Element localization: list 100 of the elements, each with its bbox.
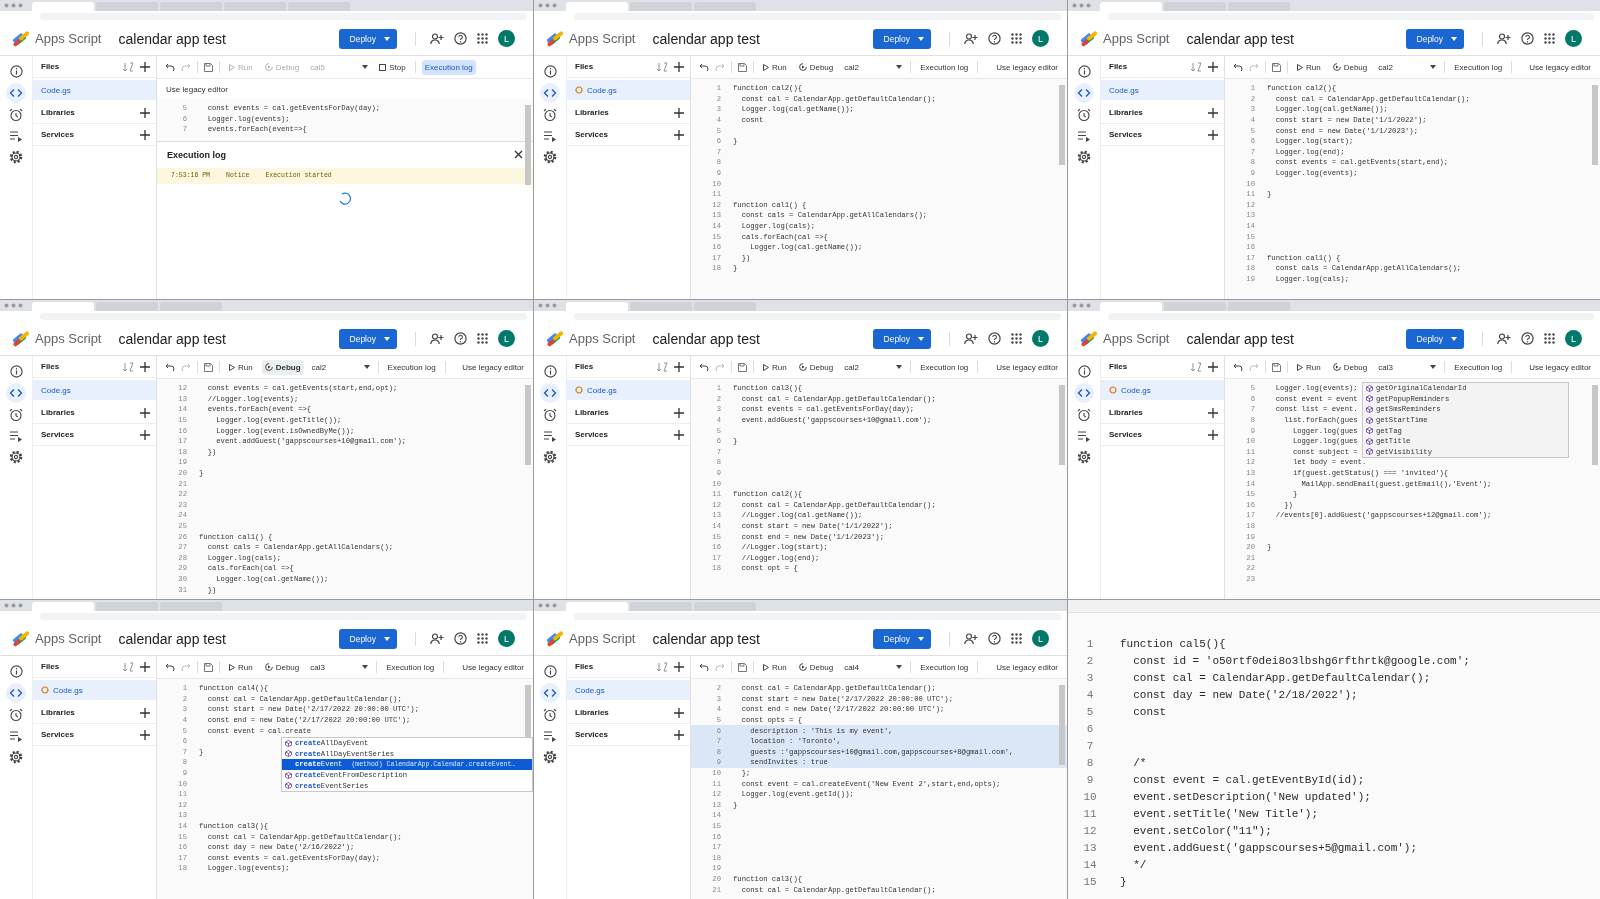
- info-icon[interactable]: [9, 365, 23, 378]
- debug-button[interactable]: Debug: [795, 659, 837, 675]
- add-icon[interactable]: [140, 61, 150, 72]
- project-title[interactable]: calendar app test: [1186, 30, 1294, 47]
- save-icon[interactable]: [204, 662, 213, 672]
- function-select[interactable]: cal2: [309, 362, 372, 372]
- execution-log-button[interactable]: Execution log: [1451, 59, 1506, 75]
- alarm-clock-icon[interactable]: [543, 108, 557, 122]
- help-icon[interactable]: [1521, 32, 1534, 45]
- debug-button[interactable]: Debug: [261, 659, 303, 675]
- add-icon[interactable]: [140, 107, 150, 118]
- file-item[interactable]: Code.gs: [33, 680, 156, 700]
- add-icon[interactable]: [674, 129, 684, 140]
- info-icon[interactable]: [543, 365, 557, 378]
- scrollbar[interactable]: [525, 385, 531, 465]
- executions-icon[interactable]: [9, 430, 23, 442]
- add-icon[interactable]: [674, 661, 684, 672]
- section-heading[interactable]: Services: [41, 730, 134, 739]
- file-item[interactable]: Code.gs: [567, 680, 690, 700]
- code-icon[interactable]: [540, 83, 560, 103]
- settings-icon[interactable]: [1077, 450, 1091, 464]
- info-icon[interactable]: [9, 665, 23, 678]
- scrollbar[interactable]: [1592, 85, 1598, 165]
- settings-icon[interactable]: [9, 450, 23, 464]
- settings-icon[interactable]: [543, 750, 557, 764]
- deploy-button[interactable]: Deploy: [872, 328, 931, 349]
- run-button[interactable]: Run: [226, 359, 256, 375]
- legacy-editor-link[interactable]: Use legacy editor: [1526, 359, 1594, 375]
- deploy-button[interactable]: Deploy: [338, 328, 397, 349]
- avatar[interactable]: L: [498, 630, 515, 647]
- section-heading[interactable]: Libraries: [575, 408, 668, 417]
- apps-grid-icon[interactable]: [1544, 33, 1555, 44]
- help-icon[interactable]: [454, 32, 467, 45]
- add-icon[interactable]: [1208, 407, 1218, 418]
- legacy-editor-link[interactable]: Use legacy editor: [1526, 59, 1594, 75]
- section-heading[interactable]: Services: [575, 430, 668, 439]
- alarm-clock-icon[interactable]: [9, 108, 23, 122]
- info-icon[interactable]: [1077, 365, 1091, 378]
- save-icon[interactable]: [204, 362, 213, 372]
- section-heading[interactable]: Libraries: [41, 408, 134, 417]
- info-icon[interactable]: [543, 665, 557, 678]
- info-icon[interactable]: [543, 65, 557, 78]
- code-icon[interactable]: [1074, 383, 1094, 403]
- file-item[interactable]: Code.gs: [1101, 380, 1224, 400]
- sort-icon[interactable]: [123, 61, 134, 72]
- code-icon[interactable]: [1074, 83, 1094, 103]
- execution-log-button[interactable]: Execution log: [384, 359, 439, 375]
- add-icon[interactable]: [674, 361, 684, 372]
- project-title[interactable]: calendar app test: [652, 30, 760, 47]
- settings-icon[interactable]: [543, 450, 557, 464]
- avatar[interactable]: L: [1565, 30, 1582, 47]
- stop-button[interactable]: Stop: [376, 59, 409, 75]
- section-heading[interactable]: Services: [1109, 430, 1202, 439]
- file-item[interactable]: Code.gs: [33, 380, 156, 400]
- function-select[interactable]: cal2: [842, 62, 905, 72]
- legacy-editor-link[interactable]: Use legacy editor: [459, 659, 527, 675]
- info-icon[interactable]: [9, 65, 23, 78]
- executions-icon[interactable]: [543, 430, 557, 442]
- add-icon[interactable]: [140, 707, 150, 718]
- executions-icon[interactable]: [9, 130, 23, 142]
- section-heading[interactable]: Libraries: [575, 708, 668, 717]
- save-icon[interactable]: [738, 62, 747, 72]
- save-icon[interactable]: [1272, 362, 1281, 372]
- save-icon[interactable]: [1272, 62, 1281, 72]
- add-icon[interactable]: [674, 107, 684, 118]
- debug-button[interactable]: Debug: [261, 359, 304, 375]
- section-heading[interactable]: Libraries: [1109, 408, 1202, 417]
- project-title[interactable]: calendar app test: [652, 630, 760, 647]
- save-icon[interactable]: [738, 662, 747, 672]
- section-heading[interactable]: Libraries: [41, 708, 134, 717]
- executions-icon[interactable]: [1077, 430, 1091, 442]
- undo-icon[interactable]: [1233, 63, 1243, 71]
- apps-grid-icon[interactable]: [477, 333, 488, 344]
- legacy-editor-link[interactable]: Use legacy editor: [993, 659, 1061, 675]
- run-button[interactable]: Run: [760, 659, 790, 675]
- project-title[interactable]: calendar app test: [118, 30, 226, 47]
- add-person-icon[interactable]: [1497, 32, 1511, 45]
- add-person-icon[interactable]: [430, 632, 444, 645]
- add-person-icon[interactable]: [430, 32, 444, 45]
- run-button[interactable]: Run: [1294, 59, 1324, 75]
- info-icon[interactable]: [1077, 65, 1091, 78]
- project-title[interactable]: calendar app test: [118, 330, 226, 347]
- function-select[interactable]: cal2: [842, 362, 905, 372]
- add-icon[interactable]: [674, 729, 684, 740]
- executions-icon[interactable]: [9, 730, 23, 742]
- project-title[interactable]: calendar app test: [118, 630, 226, 647]
- function-select[interactable]: cal3: [1376, 362, 1439, 372]
- executions-icon[interactable]: [543, 730, 557, 742]
- section-heading[interactable]: Services: [575, 730, 668, 739]
- section-heading[interactable]: Services: [1109, 130, 1202, 139]
- section-heading[interactable]: Services: [41, 130, 134, 139]
- add-icon[interactable]: [140, 407, 150, 418]
- add-icon[interactable]: [140, 729, 150, 740]
- alarm-clock-icon[interactable]: [1077, 408, 1091, 422]
- add-person-icon[interactable]: [1497, 332, 1511, 345]
- add-icon[interactable]: [140, 661, 150, 672]
- apps-grid-icon[interactable]: [477, 633, 488, 644]
- file-item[interactable]: Code.gs: [1101, 80, 1224, 100]
- function-select[interactable]: cal3: [308, 662, 371, 672]
- help-icon[interactable]: [454, 632, 467, 645]
